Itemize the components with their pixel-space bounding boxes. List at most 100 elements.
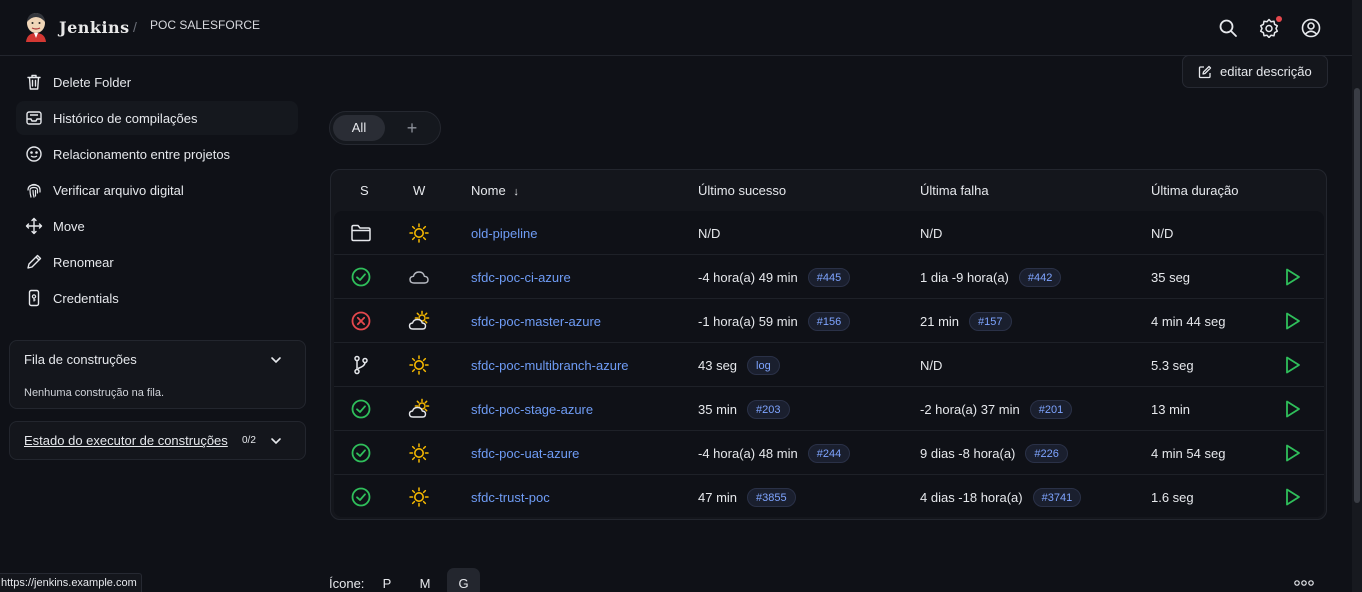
jenkins-logo[interactable] (23, 12, 49, 42)
job-name-link[interactable]: sfdc-trust-poc (471, 475, 550, 519)
page-scrollbar[interactable] (1352, 0, 1362, 592)
table-row: sfdc-poc-ci-azure -4 hora(a) 49 min #445 1 … (334, 255, 1324, 299)
last-failure-build-badge[interactable]: #226 (1025, 443, 1068, 463)
job-name-link[interactable]: sfdc-poc-uat-azure (471, 431, 579, 475)
last-failure-cell: 1 dia -9 hora(a) #442 (920, 255, 1062, 299)
sidebar-item-label: Relacionamento entre projetos (53, 146, 231, 162)
play-build-icon[interactable] (1281, 310, 1303, 332)
job-name-link[interactable]: old-pipeline (471, 211, 538, 255)
last-success-build-badge[interactable]: #445 (807, 267, 851, 287)
last-success-build-badge[interactable]: #156 (807, 311, 851, 331)
sidebar-item-build-history[interactable]: Histórico de compilações (16, 101, 298, 135)
build-queue-panel: Fila de construções Nenhuma construção n… (9, 340, 306, 409)
relations-icon (26, 146, 42, 162)
weather-sunny-icon (409, 355, 429, 375)
last-failure-build-badge[interactable]: #201 (1029, 399, 1073, 419)
last-duration-value: 1.6 seg (1151, 489, 1194, 505)
last-success-build-badge[interactable]: #244 (807, 443, 851, 463)
chevron-down-icon[interactable] (269, 353, 283, 367)
column-header-last-failure[interactable]: Última falha (920, 183, 989, 198)
last-duration-value: 5.3 seg (1151, 357, 1194, 373)
column-header-name-label: Nome (471, 183, 506, 198)
play-build-icon[interactable] (1281, 266, 1303, 288)
play-build-icon[interactable] (1281, 354, 1303, 376)
status-failed-icon (351, 311, 371, 331)
notification-dot (1276, 16, 1282, 22)
weather-partly-cloudy-icon (408, 398, 430, 418)
phone-key-icon (28, 289, 40, 307)
play-build-icon[interactable] (1281, 486, 1303, 508)
last-failure-cell: 21 min #157 (920, 299, 1012, 343)
sidebar-item-delete-folder[interactable]: Delete Folder (16, 65, 298, 99)
account-icon[interactable] (1301, 18, 1321, 38)
last-failure-cell: 9 dias -8 hora(a) #226 (920, 431, 1068, 475)
add-view-button[interactable]: + (403, 116, 421, 140)
sidebar-item-label: Verificar arquivo digital (53, 182, 184, 198)
sidebar-item-label: Move (53, 218, 85, 234)
table-row: sfdc-poc-master-azure -1 hora(a) 59 min #1… (334, 299, 1324, 343)
search-icon[interactable] (1218, 18, 1238, 38)
last-failure-build-badge[interactable]: #3741 (1032, 487, 1082, 507)
last-failure-build-badge[interactable]: #157 (969, 311, 1012, 331)
last-failure-cell: N/D (920, 211, 942, 255)
chevron-down-icon[interactable] (269, 434, 283, 448)
column-header-weather[interactable]: W (413, 183, 425, 198)
table-row: old-pipeline N/D N/D N/D (334, 211, 1324, 255)
table-row: sfdc-poc-stage-azure 35 min #203 -2 hora(a)… (334, 387, 1324, 431)
executor-count: 0/2 (242, 435, 256, 446)
brand-name[interactable]: Jenkins (59, 18, 130, 37)
play-build-icon[interactable] (1281, 442, 1303, 464)
last-duration-value: N/D (1151, 225, 1174, 241)
last-success-build-badge[interactable]: #3855 (747, 487, 796, 507)
more-options-icon[interactable] (1293, 579, 1315, 587)
breadcrumb-separator: / (133, 19, 137, 35)
last-success-value: -4 hora(a) 48 min (698, 445, 798, 461)
icon-size-small[interactable]: P (381, 576, 393, 591)
sidebar-item-project-relationship[interactable]: Relacionamento entre projetos (16, 137, 298, 171)
status-success-icon (351, 487, 371, 507)
last-success-cell: 35 min #203 (698, 387, 790, 431)
sidebar-item-credentials[interactable]: Credentials (16, 281, 298, 315)
play-build-icon[interactable] (1281, 398, 1303, 420)
job-name-link[interactable]: sfdc-poc-ci-azure (471, 255, 571, 299)
last-duration-value: 4 min 54 seg (1151, 445, 1226, 461)
sidebar-item-rename[interactable]: Renomear (16, 245, 298, 279)
sidebar-item-check-fingerprint[interactable]: Verificar arquivo digital (16, 173, 298, 207)
last-success-build-badge[interactable]: #203 (747, 399, 790, 419)
job-name-link[interactable]: sfdc-poc-stage-azure (471, 387, 593, 431)
last-success-value: N/D (698, 225, 721, 241)
last-failure-value: 9 dias -8 hora(a) (920, 445, 1016, 461)
jobs-table: S W Nome ↓ Último sucesso Última falha Ú… (330, 169, 1327, 520)
job-name-link[interactable]: sfdc-poc-master-azure (471, 299, 601, 343)
status-multibranch-icon (354, 355, 368, 375)
last-failure-value: N/D (920, 357, 943, 373)
job-name-link[interactable]: sfdc-poc-multibranch-azure (471, 343, 629, 387)
executor-status-link[interactable]: Estado do executor de construções (24, 433, 228, 448)
last-success-cell: -1 hora(a) 59 min #156 (698, 299, 851, 343)
executor-status-panel: Estado do executor de construções 0/2 (9, 421, 306, 460)
breadcrumb-folder[interactable]: POC SALESFORCE (150, 18, 260, 32)
column-header-last-duration[interactable]: Última duração (1151, 183, 1238, 198)
sidebar-item-move[interactable]: Move (16, 209, 298, 243)
last-failure-value: -2 hora(a) 37 min (920, 401, 1020, 417)
column-header-last-success[interactable]: Último sucesso (698, 183, 786, 198)
pencil-icon (27, 254, 42, 269)
edit-description-button[interactable]: editar descrição (1182, 55, 1328, 88)
weather-sunny-icon (409, 223, 429, 243)
tab-all[interactable]: All (333, 115, 385, 141)
icon-size-medium[interactable]: M (417, 576, 433, 591)
last-success-build-badge[interactable]: log (747, 355, 780, 375)
sidebar-item-label: Renomear (53, 254, 114, 270)
column-header-name[interactable]: Nome ↓ (471, 183, 519, 198)
icon-size-large[interactable]: G (457, 576, 470, 591)
column-header-status[interactable]: S (360, 183, 369, 198)
edit-icon (1198, 65, 1212, 79)
last-success-value: 47 min (698, 489, 738, 505)
sort-arrow-icon: ↓ (513, 186, 519, 198)
trash-icon (27, 74, 41, 90)
scrollbar-thumb[interactable] (1354, 88, 1360, 503)
last-success-cell: -4 hora(a) 49 min #445 (698, 255, 851, 299)
last-failure-build-badge[interactable]: #442 (1018, 267, 1062, 287)
build-queue-title[interactable]: Fila de construções (24, 352, 137, 367)
last-success-cell: -4 hora(a) 48 min #244 (698, 431, 851, 475)
